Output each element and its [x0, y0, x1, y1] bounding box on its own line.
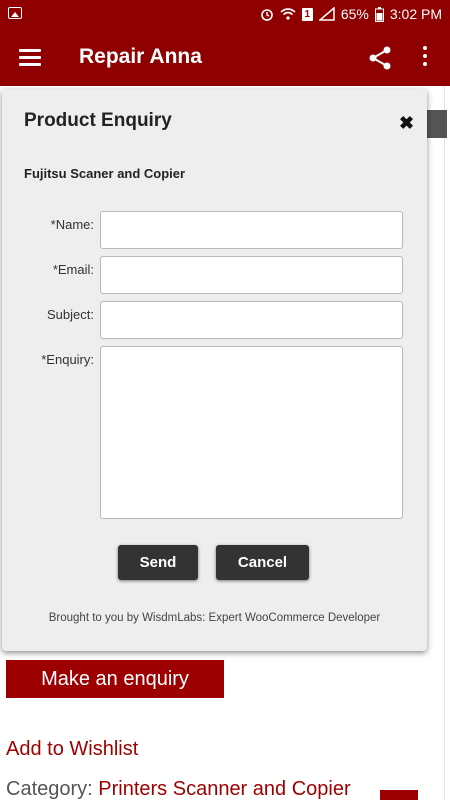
- add-to-wishlist-link[interactable]: Add to Wishlist: [6, 738, 138, 761]
- app-title: Repair Anna: [79, 45, 202, 68]
- category-prefix: Category:: [6, 778, 99, 800]
- battery-icon: [374, 6, 384, 22]
- alarm-icon: [261, 9, 273, 21]
- more-vert-icon[interactable]: [420, 46, 430, 70]
- menu-icon[interactable]: [19, 49, 41, 66]
- battery-percent: 65%: [340, 6, 369, 22]
- email-label: *Email:: [52, 262, 94, 277]
- notification-badge-icon: 1: [301, 7, 313, 21]
- page-divider: [444, 86, 445, 800]
- page-header-strip: [427, 110, 447, 138]
- status-bar: 1 65% 3:02 PM: [0, 0, 450, 30]
- clock-time: 3:02 PM: [389, 6, 442, 22]
- cancel-button[interactable]: Cancel: [216, 545, 309, 580]
- send-button[interactable]: Send: [118, 545, 198, 580]
- image-icon: [8, 7, 22, 19]
- product-enquiry-dialog: Product Enquiry ✖ Fujitsu Scaner and Cop…: [2, 89, 427, 651]
- dialog-title: Product Enquiry: [24, 110, 172, 131]
- enquiry-textarea[interactable]: [100, 346, 403, 519]
- category-line: Category: Printers Scanner and Copier: [6, 778, 351, 800]
- page-accent-block: [380, 790, 418, 800]
- subject-input[interactable]: [100, 301, 403, 339]
- app-bar: Repair Anna: [0, 30, 450, 86]
- subject-label: Subject:: [47, 307, 94, 322]
- share-icon[interactable]: [367, 45, 393, 71]
- wifi-icon: [280, 8, 296, 20]
- signal-icon: [318, 7, 335, 21]
- close-icon[interactable]: ✖: [399, 113, 414, 134]
- make-enquiry-button[interactable]: Make an enquiry: [6, 660, 224, 698]
- category-link[interactable]: Printers Scanner and Copier: [98, 778, 350, 800]
- enquiry-label: *Enquiry:: [41, 352, 94, 367]
- status-icons: 1 65% 3:02 PM: [260, 6, 442, 22]
- product-name: Fujitsu Scaner and Copier: [24, 166, 186, 181]
- name-label: *Name:: [50, 217, 94, 232]
- email-input[interactable]: [100, 256, 403, 294]
- credit-text: Brought to you by WisdmLabs: Expert WooC…: [48, 612, 381, 624]
- name-input[interactable]: [100, 211, 403, 249]
